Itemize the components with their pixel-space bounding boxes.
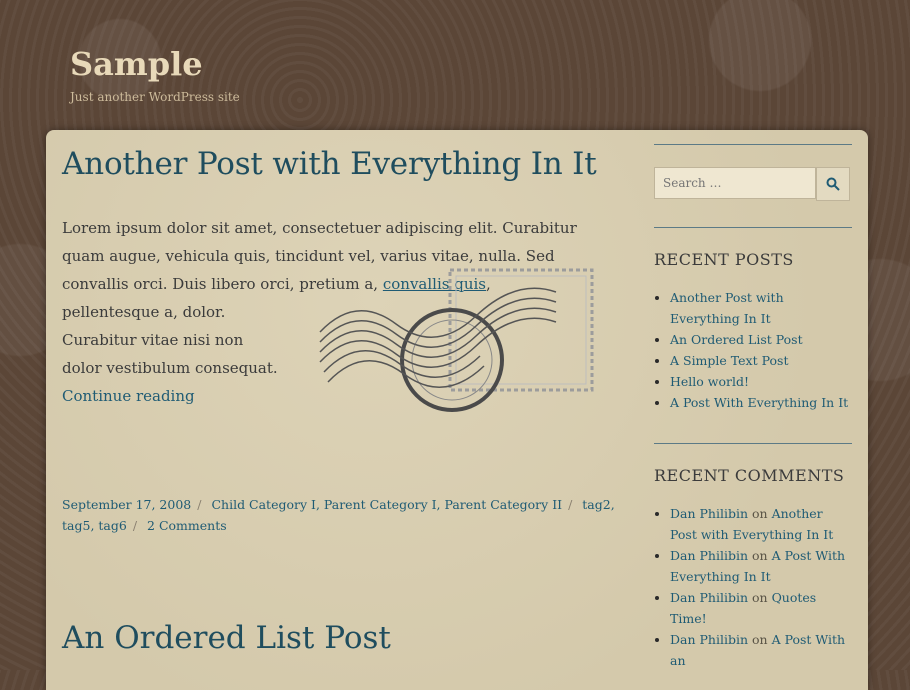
recent-post-link[interactable]: Hello world! — [670, 374, 749, 389]
comment-author-link[interactable]: Dan Philibin — [670, 506, 748, 521]
continue-reading-link[interactable]: Continue reading — [62, 387, 195, 405]
comment-on-text: on — [752, 506, 768, 521]
category-link[interactable]: Parent Category II — [445, 497, 563, 512]
tag-link[interactable]: tag6 — [98, 518, 126, 533]
recent-comments-title: RECENT COMMENTS — [654, 466, 845, 485]
comment-on-text: on — [752, 590, 768, 605]
comment-author-link[interactable]: Dan Philibin — [670, 590, 748, 605]
category-link[interactable]: Child Category I — [211, 497, 316, 512]
search-input[interactable] — [654, 167, 816, 199]
list-item: An Ordered List Post — [670, 329, 852, 350]
excerpt-text-2: pellentesque a, dolor. Curabitur vitae n… — [62, 303, 278, 377]
comment-on-text: on — [752, 548, 768, 563]
list-item: Another Post with Everything In It — [670, 287, 852, 329]
post-meta: September 17, 2008/ Child Category I, Pa… — [62, 497, 615, 533]
list-item: A Post With Everything In It — [670, 392, 852, 413]
divider — [654, 144, 852, 145]
post-title[interactable]: Another Post with Everything In It — [62, 142, 622, 186]
page-container: Another Post with Everything In It Lorem… — [46, 130, 868, 690]
comment-author-link[interactable]: Dan Philibin — [670, 548, 748, 563]
category-link[interactable]: Parent Category I — [324, 497, 437, 512]
list-item: Dan Philibin on A Post With an — [670, 629, 852, 671]
next-post-title[interactable]: An Ordered List Post — [62, 616, 391, 660]
site-title[interactable]: Sample — [70, 44, 240, 84]
sidebar: RECENT POSTS Another Post with Everythin… — [654, 144, 852, 671]
search-button[interactable] — [816, 167, 850, 201]
list-item: Dan Philibin on Another Post with Everyt… — [670, 503, 852, 545]
post-excerpt: Lorem ipsum dolor sit amet, consectetuer… — [62, 214, 622, 412]
recent-post-link[interactable]: Another Post with Everything In It — [670, 290, 784, 326]
search-icon — [826, 177, 840, 191]
comment-author-link[interactable]: Dan Philibin — [670, 632, 748, 647]
comments-link[interactable]: 2 Comments — [147, 518, 227, 533]
list-item: Dan Philibin on Quotes Time! — [670, 587, 852, 629]
tag-link[interactable]: tag2 — [582, 497, 610, 512]
recent-post-link[interactable]: A Post With Everything In It — [670, 395, 848, 410]
site-description: Just another WordPress site — [70, 90, 240, 104]
recent-posts-title: RECENT POSTS — [654, 250, 794, 269]
list-item: Hello world! — [670, 371, 852, 392]
search-form — [654, 167, 852, 201]
list-item: Dan Philibin on A Post With Everything I… — [670, 545, 852, 587]
comment-on-text: on — [752, 632, 768, 647]
tag-link[interactable]: tag5 — [62, 518, 90, 533]
recent-posts-widget: RECENT POSTS Another Post with Everythin… — [654, 250, 852, 413]
divider — [654, 443, 852, 444]
recent-post-link[interactable]: An Ordered List Post — [670, 332, 803, 347]
post-date-link[interactable]: September 17, 2008 — [62, 497, 191, 512]
post-article: Another Post with Everything In It Lorem… — [62, 142, 622, 412]
divider — [654, 227, 852, 228]
site-header: Sample Just another WordPress site — [70, 44, 240, 104]
recent-post-link[interactable]: A Simple Text Post — [670, 353, 788, 368]
recent-comments-widget: RECENT COMMENTS Dan Philibin on Another … — [654, 466, 852, 671]
postmark-stamp-image — [319, 268, 594, 412]
list-item: A Simple Text Post — [670, 350, 852, 371]
